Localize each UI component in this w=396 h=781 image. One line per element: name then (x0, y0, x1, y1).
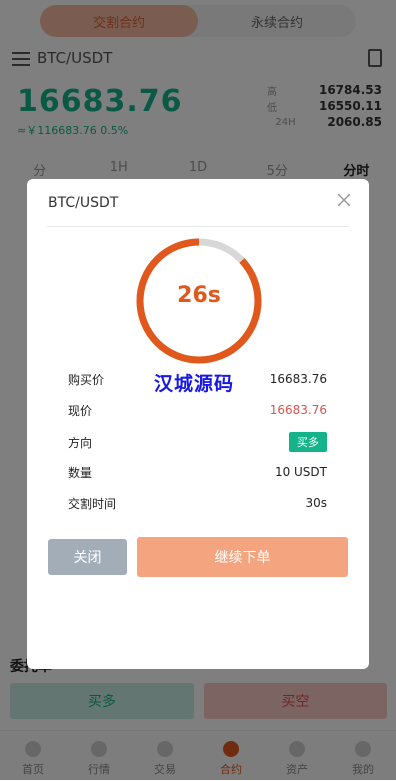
order-result-modal: BTC/USDT 26s 汉城源码 购买价 16683.76 现价 16683.… (27, 179, 369, 669)
delivery-time-value: 30s (305, 496, 327, 510)
row-buy-price: 购买价 16683.76 (68, 369, 327, 389)
buy-price-value: 16683.76 (269, 372, 327, 386)
buy-price-label: 购买价 (68, 372, 105, 387)
row-quantity: 数量 10 USDT (68, 462, 327, 482)
modal-title: BTC/USDT (48, 195, 119, 211)
direction-badge: 买多 (289, 432, 327, 452)
current-price-value: 16683.76 (269, 403, 327, 417)
quantity-value: 10 USDT (274, 465, 327, 479)
row-delivery-time: 交割时间 30s (68, 493, 327, 513)
modal-divider (47, 226, 349, 227)
current-price-label: 现价 (68, 403, 93, 418)
row-direction: 方向 买多 (68, 432, 327, 452)
delivery-time-label: 交割时间 (68, 496, 117, 511)
close-icon[interactable] (337, 193, 351, 207)
continue-order-button[interactable]: 继续下单 (137, 537, 348, 577)
row-current-price: 现价 16683.76 (68, 400, 327, 420)
close-button[interactable]: 关闭 (48, 539, 127, 575)
quantity-label: 数量 (68, 465, 93, 480)
countdown-text: 26s (177, 283, 221, 308)
direction-label: 方向 (68, 435, 93, 450)
